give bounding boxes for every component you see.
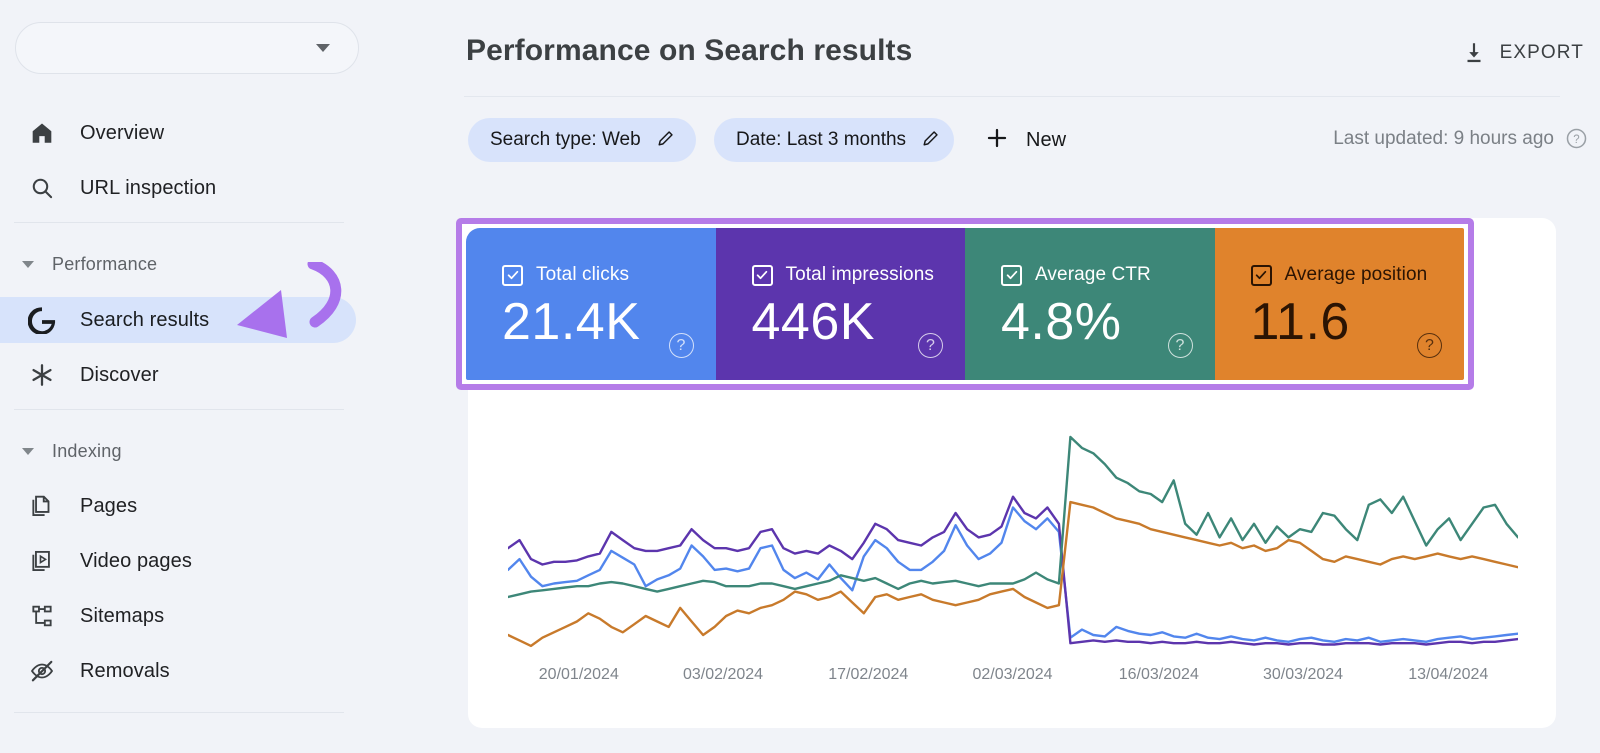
x-axis-tick: 02/03/2024 — [972, 666, 1052, 684]
sidebar-item-label: Removals — [80, 660, 170, 683]
page-title: Performance on Search results — [466, 34, 912, 68]
metric-card-average-ctr[interactable]: Average CTR4.8%? — [965, 228, 1215, 380]
caret-down-icon — [22, 448, 34, 455]
sidebar-item-label: Overview — [80, 122, 164, 145]
x-axis-tick: 16/03/2024 — [1119, 666, 1199, 684]
performance-chart — [508, 418, 1518, 658]
svg-text:?: ? — [1573, 134, 1579, 146]
sidebar-divider — [14, 222, 344, 223]
pencil-icon[interactable] — [655, 127, 677, 154]
header-divider — [464, 96, 1560, 97]
sidebar-divider — [14, 409, 344, 410]
google-g-icon — [28, 306, 56, 334]
metric-name: Total impressions — [786, 264, 934, 286]
metric-checkbox[interactable] — [1251, 265, 1272, 286]
sidebar-section-indexing[interactable]: Indexing — [0, 437, 122, 465]
chart-line-average-ctr — [508, 437, 1518, 597]
new-filter-label: New — [1026, 129, 1066, 152]
x-axis-tick: 17/02/2024 — [828, 666, 908, 684]
video-pages-icon — [29, 548, 55, 574]
pencil-icon[interactable] — [920, 127, 942, 154]
chart-svg — [508, 418, 1518, 658]
x-axis-tick: 20/01/2024 — [539, 666, 619, 684]
download-icon — [1461, 40, 1487, 66]
chevron-down-icon — [316, 44, 330, 52]
property-selector[interactable] — [15, 22, 359, 74]
sidebar-item-sitemaps[interactable]: Sitemaps — [0, 593, 356, 639]
pencil-icon — [920, 127, 942, 149]
caret-down-icon — [22, 261, 34, 268]
filter-chip-label: Search type: Web — [490, 129, 641, 151]
home-icon — [28, 119, 56, 147]
sitemaps-tree-icon — [28, 602, 56, 630]
sidebar-item-label: Video pages — [80, 550, 192, 573]
metrics-row: Total clicks21.4K?Total impressions446K?… — [466, 228, 1464, 380]
search-icon — [28, 174, 56, 202]
sidebar-section-performance[interactable]: Performance — [0, 250, 157, 278]
plus-icon — [984, 125, 1010, 156]
discover-asterisk-icon — [29, 362, 55, 388]
filter-chip-date[interactable]: Date: Last 3 months — [714, 118, 954, 162]
metric-card-average-position[interactable]: Average position11.6? — [1215, 228, 1465, 380]
help-circle-icon[interactable]: ? — [1168, 333, 1193, 358]
sidebar-item-label: Pages — [80, 495, 137, 518]
sidebar-item-overview[interactable]: Overview — [0, 110, 356, 156]
filter-chip-label: Date: Last 3 months — [736, 129, 906, 151]
help-circle-icon[interactable]: ? — [918, 333, 943, 358]
sidebar-divider — [14, 712, 344, 713]
sidebar: Overview URL inspection Performance Search … — [0, 0, 460, 753]
metric-checkbox[interactable] — [502, 265, 523, 286]
sidebar-section-label: Performance — [52, 254, 157, 275]
metric-name: Total clicks — [536, 264, 629, 286]
metric-name: Average CTR — [1035, 264, 1151, 286]
pages-copy-icon — [29, 493, 55, 519]
performance-card: Total clicks21.4K?Total impressions446K?… — [468, 218, 1556, 728]
sitemaps-tree-icon — [29, 603, 55, 629]
pencil-icon — [655, 127, 677, 149]
metric-checkbox[interactable] — [752, 265, 773, 286]
sidebar-item-discover[interactable]: Discover — [0, 352, 356, 398]
home-icon — [29, 120, 55, 146]
help-circle-icon[interactable]: ? — [1565, 127, 1588, 150]
new-filter-button[interactable]: New — [976, 118, 1074, 162]
sidebar-item-label: Sitemaps — [80, 605, 164, 628]
sidebar-item-pages[interactable]: Pages — [0, 483, 356, 529]
last-updated-label: Last updated: 9 hours ago — [1333, 128, 1554, 150]
metrics-highlight-box: Total clicks21.4K?Total impressions446K?… — [456, 218, 1474, 390]
main-content: Performance on Search results EXPORT Sea… — [460, 0, 1600, 753]
plus-icon — [984, 125, 1010, 151]
sidebar-item-label: URL inspection — [80, 177, 216, 200]
last-updated-status: Last updated: 9 hours ago ? — [1333, 127, 1588, 150]
sidebar-item-url-inspection[interactable]: URL inspection — [0, 165, 356, 211]
sidebar-item-label: Discover — [80, 364, 159, 387]
eye-off-icon — [28, 657, 56, 685]
search-icon — [29, 175, 55, 201]
metric-card-total-impressions[interactable]: Total impressions446K? — [716, 228, 966, 380]
sidebar-item-search-results[interactable]: Search results — [0, 297, 356, 343]
chart-x-axis: 20/01/2024 03/02/2024 17/02/2024 02/03/2024… — [490, 666, 1535, 692]
app-root: Overview URL inspection Performance Search … — [0, 0, 1600, 753]
export-label: EXPORT — [1500, 42, 1584, 64]
sidebar-section-label: Indexing — [52, 441, 122, 462]
export-button[interactable]: EXPORT — [1457, 34, 1588, 72]
eye-off-icon — [29, 658, 55, 684]
metric-name: Average position — [1285, 264, 1428, 286]
filter-chip-search-type[interactable]: Search type: Web — [468, 118, 696, 162]
x-axis-tick: 13/04/2024 — [1408, 666, 1488, 684]
sidebar-item-removals[interactable]: Removals — [0, 648, 356, 694]
help-circle-icon[interactable]: ? — [669, 333, 694, 358]
metric-checkbox[interactable] — [1001, 265, 1022, 286]
video-pages-icon — [28, 547, 56, 575]
google-g-icon — [28, 306, 56, 334]
help-circle-icon[interactable]: ? — [1417, 333, 1442, 358]
x-axis-tick: 30/03/2024 — [1263, 666, 1343, 684]
x-axis-tick: 03/02/2024 — [683, 666, 763, 684]
pages-copy-icon — [28, 492, 56, 520]
metric-card-total-clicks[interactable]: Total clicks21.4K? — [466, 228, 716, 380]
sidebar-item-label: Search results — [80, 309, 209, 332]
sidebar-item-video-pages[interactable]: Video pages — [0, 538, 356, 584]
discover-asterisk-icon — [28, 361, 56, 389]
chart-line-average-position — [508, 502, 1518, 646]
